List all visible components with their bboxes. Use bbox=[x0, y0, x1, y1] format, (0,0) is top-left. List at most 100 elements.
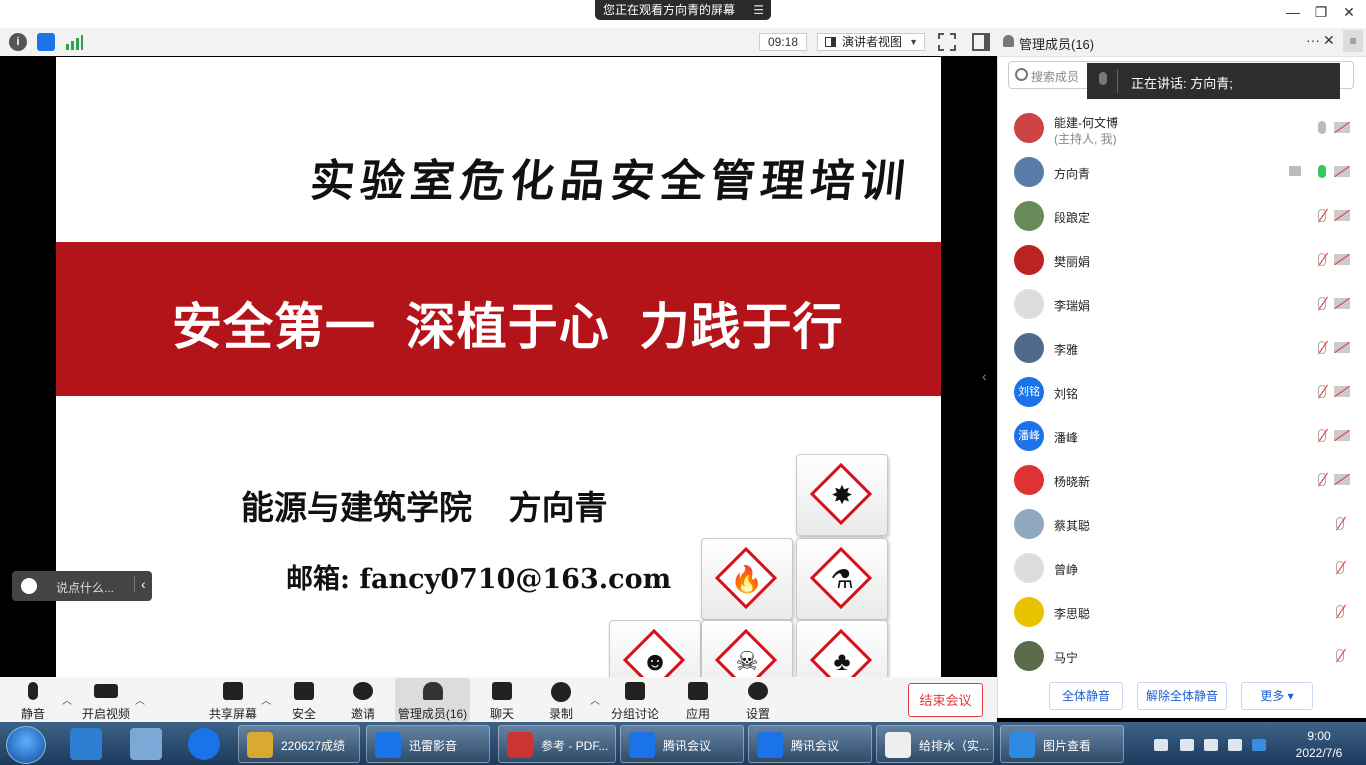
camera-off-icon[interactable] bbox=[1334, 386, 1350, 397]
member-name: 方向青 bbox=[1054, 167, 1091, 181]
camera-off-icon[interactable] bbox=[1334, 342, 1350, 353]
camera-off-icon[interactable] bbox=[1334, 430, 1350, 441]
person-icon bbox=[1003, 35, 1014, 47]
info-icon[interactable]: i bbox=[9, 33, 27, 51]
video-button[interactable]: 开启视频 bbox=[76, 678, 136, 722]
chevron-up-icon[interactable]: ︿ bbox=[261, 692, 271, 707]
input-method-icon[interactable] bbox=[1252, 739, 1266, 751]
share-banner-label: 您正在观看方向青的屏幕 bbox=[603, 3, 736, 17]
mic-muted-icon[interactable] bbox=[1318, 253, 1326, 266]
shield-icon[interactable] bbox=[37, 33, 55, 51]
taskbar-label: 图片查看 bbox=[1043, 739, 1092, 753]
usb-icon[interactable] bbox=[1180, 739, 1194, 751]
mic-muted-icon[interactable] bbox=[1336, 517, 1344, 530]
taskbar-button[interactable]: 参考 - PDF... bbox=[498, 725, 616, 763]
member-row[interactable]: 段踉定 bbox=[1008, 194, 1358, 238]
invite-button[interactable]: 邀请 bbox=[333, 678, 393, 722]
clock-date: 2022/7/6 bbox=[1295, 746, 1343, 760]
sidebar-icon[interactable] bbox=[972, 33, 990, 51]
network-icon[interactable] bbox=[1204, 739, 1218, 751]
member-row[interactable]: 曾峥 bbox=[1008, 546, 1358, 590]
mute-button[interactable]: 静音 bbox=[3, 678, 63, 722]
taskbar-button[interactable]: 腾讯会议 bbox=[620, 725, 744, 763]
mic-muted-icon[interactable] bbox=[1318, 473, 1326, 486]
chevron-left-icon[interactable]: ‹ bbox=[134, 576, 146, 592]
fullscreen-icon[interactable] bbox=[938, 33, 956, 51]
mic-muted-icon[interactable] bbox=[1318, 341, 1326, 354]
member-row[interactable]: 樊丽娟 bbox=[1008, 238, 1358, 282]
camera-off-icon[interactable] bbox=[1334, 122, 1350, 133]
avatar bbox=[1014, 509, 1044, 539]
member-row[interactable]: 蔡其聪 bbox=[1008, 502, 1358, 546]
member-row[interactable]: 杨晓新 bbox=[1008, 458, 1358, 502]
video-off-icon bbox=[94, 684, 118, 698]
taskbar-button[interactable]: 220627成绩 bbox=[238, 725, 360, 763]
camera-off-icon[interactable] bbox=[1334, 298, 1350, 309]
record-button[interactable]: 录制 bbox=[531, 678, 591, 722]
close-panel-icon[interactable]: ✕ bbox=[1323, 32, 1335, 49]
wechat-icon[interactable] bbox=[1154, 739, 1168, 751]
camera-off-icon[interactable] bbox=[1334, 474, 1350, 485]
app-launcher-icon[interactable] bbox=[70, 728, 102, 760]
member-name: 曾峥 bbox=[1054, 563, 1079, 577]
more-options-icon[interactable]: ··· bbox=[1306, 32, 1320, 48]
member-row[interactable]: 马宁 bbox=[1008, 634, 1358, 678]
share-screen-button[interactable]: 共享屏幕 bbox=[203, 678, 263, 722]
menu-icon[interactable]: ☰ bbox=[753, 0, 764, 20]
member-row[interactable]: 方向青 bbox=[1008, 150, 1358, 194]
security-button[interactable]: 安全 bbox=[274, 678, 334, 722]
taskbar-label: 腾讯会议 bbox=[663, 739, 712, 753]
breakout-icon bbox=[625, 682, 645, 700]
member-row[interactable]: 刘铭 刘铭 bbox=[1008, 370, 1358, 414]
taskbar-button[interactable]: 给排水（实... bbox=[876, 725, 994, 763]
member-row[interactable]: 李思聪 bbox=[1008, 590, 1358, 634]
manage-members-button[interactable]: 管理成员(16) bbox=[395, 678, 470, 722]
chevron-up-icon[interactable]: ︿ bbox=[590, 692, 600, 707]
collapse-panel-icon[interactable]: ‹ bbox=[982, 368, 987, 384]
taskbar-button[interactable]: 迅雷影音 bbox=[366, 725, 490, 763]
app-icon bbox=[629, 732, 655, 758]
taskbar-button[interactable]: 腾讯会议 bbox=[748, 725, 872, 763]
mic-muted-icon[interactable] bbox=[1318, 429, 1326, 442]
unmute-all-button[interactable]: 解除全体静音 bbox=[1137, 682, 1227, 710]
chat-button[interactable]: 聊天 bbox=[472, 678, 532, 722]
taskbar-button[interactable]: 图片查看 bbox=[1000, 725, 1124, 763]
member-row[interactable]: 李瑞娟 bbox=[1008, 282, 1358, 326]
restore-icon[interactable]: ❐ bbox=[1307, 2, 1335, 22]
mic-muted-icon[interactable] bbox=[1336, 561, 1344, 574]
more-button[interactable]: 更多 ▾ bbox=[1241, 682, 1313, 710]
mic-muted-icon[interactable] bbox=[1318, 297, 1326, 310]
remote-desktop-icon[interactable] bbox=[130, 728, 162, 760]
camera-off-icon[interactable] bbox=[1334, 254, 1350, 265]
end-meeting-button[interactable]: 结束会议 bbox=[908, 683, 983, 717]
quick-chat-input[interactable]: 说点什么... ‹ bbox=[12, 571, 152, 601]
start-button[interactable] bbox=[6, 726, 46, 764]
settings-button[interactable]: 设置 bbox=[728, 678, 788, 722]
emoji-icon[interactable] bbox=[21, 578, 37, 594]
mic-muted-icon[interactable] bbox=[1336, 649, 1344, 662]
close-icon[interactable]: ✕ bbox=[1335, 2, 1363, 22]
camera-off-icon[interactable] bbox=[1334, 210, 1350, 221]
member-row[interactable]: 潘峰 潘峰 bbox=[1008, 414, 1358, 458]
volume-icon[interactable] bbox=[1228, 739, 1242, 751]
sogou-icon[interactable] bbox=[188, 728, 220, 760]
mic-muted-icon[interactable] bbox=[1318, 385, 1326, 398]
member-row[interactable]: 李雅 bbox=[1008, 326, 1358, 370]
breakout-rooms-button[interactable]: 分组讨论 bbox=[605, 678, 665, 722]
member-row[interactable]: 能建-何文博 (主持人, 我) bbox=[1008, 106, 1358, 150]
mic-muted-icon[interactable] bbox=[1318, 209, 1326, 222]
menu-icon[interactable]: ≡ bbox=[1343, 30, 1363, 52]
minimize-icon[interactable]: — bbox=[1279, 2, 1307, 22]
chevron-up-icon[interactable]: ︿ bbox=[135, 692, 145, 707]
share-banner[interactable]: 您正在观看方向青的屏幕 ☰ bbox=[595, 0, 771, 20]
microphone-icon[interactable] bbox=[1318, 165, 1326, 178]
mute-all-button[interactable]: 全体静音 bbox=[1049, 682, 1123, 710]
mic-muted-icon[interactable] bbox=[1336, 605, 1344, 618]
view-mode-dropdown[interactable]: 演讲者视图 ▼ bbox=[817, 33, 925, 51]
apps-button[interactable]: 应用 bbox=[668, 678, 728, 722]
microphone-icon[interactable] bbox=[1318, 121, 1326, 134]
camera-off-icon[interactable] bbox=[1334, 166, 1350, 177]
signal-icon[interactable] bbox=[65, 34, 83, 50]
system-clock[interactable]: 9:00 2022/7/6 bbox=[1284, 728, 1354, 762]
chevron-up-icon[interactable]: ︿ bbox=[62, 692, 72, 707]
